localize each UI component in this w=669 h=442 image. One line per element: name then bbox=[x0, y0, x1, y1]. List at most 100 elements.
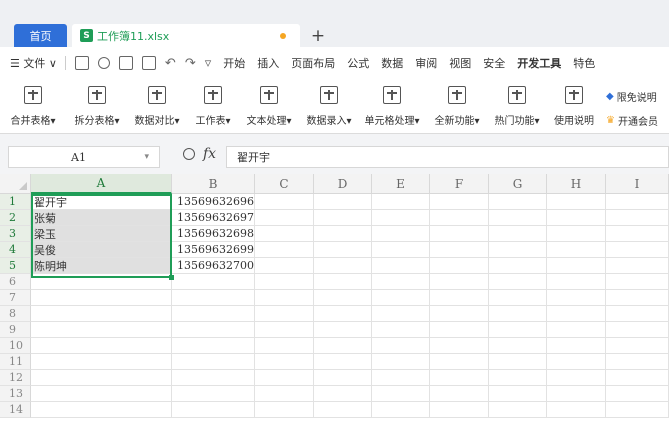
cell-processing-button[interactable]: 单元格处理▾ bbox=[358, 83, 426, 129]
usage-guide-button[interactable]: 使用说明 bbox=[548, 83, 600, 129]
row-header[interactable]: 11 bbox=[0, 354, 31, 370]
grid-cell[interactable] bbox=[255, 210, 314, 226]
grid-cell[interactable] bbox=[314, 386, 372, 402]
phone-cell[interactable] bbox=[172, 290, 255, 306]
menu-insert[interactable]: 插入 bbox=[257, 55, 279, 71]
phone-cell[interactable]: 13569632700 bbox=[172, 258, 255, 274]
grid-cell[interactable] bbox=[547, 322, 606, 338]
merge-tables-button[interactable]: 合并表格▾ bbox=[0, 83, 66, 129]
column-header-f[interactable]: F bbox=[430, 174, 489, 194]
grid-cell[interactable] bbox=[606, 274, 669, 290]
data-entry-button[interactable]: 数据录入▾ bbox=[300, 83, 358, 129]
phone-cell[interactable] bbox=[172, 370, 255, 386]
grid-cell[interactable] bbox=[314, 226, 372, 242]
formula-input[interactable]: 翟开宇 bbox=[226, 146, 669, 168]
new-features-button[interactable]: 全新功能▾ bbox=[428, 83, 486, 129]
grid-cell[interactable] bbox=[314, 306, 372, 322]
grid-cell[interactable] bbox=[489, 290, 547, 306]
grid-cell[interactable] bbox=[314, 338, 372, 354]
grid-cell[interactable] bbox=[430, 402, 489, 418]
name-cell[interactable] bbox=[31, 354, 172, 370]
name-cell[interactable] bbox=[31, 370, 172, 386]
phone-cell[interactable] bbox=[172, 386, 255, 402]
phone-cell[interactable]: 13569632697 bbox=[172, 210, 255, 226]
grid-cell[interactable] bbox=[489, 194, 547, 210]
name-cell[interactable] bbox=[31, 322, 172, 338]
grid-cell[interactable] bbox=[255, 258, 314, 274]
grid-cell[interactable] bbox=[489, 322, 547, 338]
grid-cell[interactable] bbox=[547, 210, 606, 226]
grid-cell[interactable] bbox=[489, 354, 547, 370]
row-header[interactable]: 5 bbox=[0, 258, 31, 274]
name-cell[interactable]: 陈明坤 bbox=[31, 258, 172, 274]
grid-cell[interactable] bbox=[430, 386, 489, 402]
grid-cell[interactable] bbox=[255, 242, 314, 258]
grid-cell[interactable] bbox=[606, 402, 669, 418]
grid-cell[interactable] bbox=[372, 386, 430, 402]
grid-cell[interactable] bbox=[372, 338, 430, 354]
grid-cell[interactable] bbox=[606, 370, 669, 386]
grid-cell[interactable] bbox=[606, 242, 669, 258]
grid-cell[interactable] bbox=[255, 386, 314, 402]
column-header-c[interactable]: C bbox=[255, 174, 314, 194]
name-cell[interactable] bbox=[31, 274, 172, 290]
grid-cell[interactable] bbox=[606, 386, 669, 402]
save-icon[interactable] bbox=[74, 56, 89, 70]
grid-cell[interactable] bbox=[547, 194, 606, 210]
grid-cell[interactable] bbox=[314, 322, 372, 338]
grid-cell[interactable] bbox=[314, 402, 372, 418]
grid-cell[interactable] bbox=[314, 290, 372, 306]
split-tables-button[interactable]: 拆分表格▾ bbox=[68, 83, 126, 129]
grid-cell[interactable] bbox=[255, 274, 314, 290]
row-header[interactable]: 8 bbox=[0, 306, 31, 322]
grid-cell[interactable] bbox=[314, 354, 372, 370]
grid-cell[interactable] bbox=[606, 194, 669, 210]
grid-cell[interactable] bbox=[314, 258, 372, 274]
grid-cell[interactable] bbox=[430, 242, 489, 258]
grid-cell[interactable] bbox=[372, 194, 430, 210]
zoom-icon[interactable] bbox=[183, 148, 195, 160]
fx-icon[interactable]: fx bbox=[203, 146, 216, 162]
grid-cell[interactable] bbox=[489, 370, 547, 386]
select-all-corner[interactable] bbox=[0, 174, 31, 194]
name-cell[interactable] bbox=[31, 402, 172, 418]
row-header[interactable]: 12 bbox=[0, 370, 31, 386]
grid-cell[interactable] bbox=[430, 290, 489, 306]
customize-icon[interactable]: ▿ bbox=[205, 56, 212, 71]
phone-cell[interactable] bbox=[172, 322, 255, 338]
grid-cell[interactable] bbox=[606, 226, 669, 242]
menu-page-layout[interactable]: 页面布局 bbox=[291, 55, 335, 71]
grid-cell[interactable] bbox=[547, 290, 606, 306]
grid-cell[interactable] bbox=[547, 402, 606, 418]
phone-cell[interactable]: 13569632698 bbox=[172, 226, 255, 242]
grid-cell[interactable] bbox=[430, 354, 489, 370]
row-header[interactable]: 2 bbox=[0, 210, 31, 226]
row-header[interactable]: 9 bbox=[0, 322, 31, 338]
grid-cell[interactable] bbox=[547, 242, 606, 258]
grid-cell[interactable] bbox=[314, 210, 372, 226]
chevron-down-icon[interactable]: ▾ bbox=[144, 152, 149, 162]
grid-cell[interactable] bbox=[430, 370, 489, 386]
name-cell[interactable] bbox=[31, 306, 172, 322]
grid-cell[interactable] bbox=[489, 386, 547, 402]
data-compare-button[interactable]: 数据对比▾ bbox=[128, 83, 186, 129]
name-cell[interactable] bbox=[31, 386, 172, 402]
grid-cell[interactable] bbox=[606, 290, 669, 306]
menu-start[interactable]: 开始 bbox=[223, 55, 245, 71]
grid-cell[interactable] bbox=[255, 370, 314, 386]
menu-developer[interactable]: 开发工具 bbox=[517, 55, 561, 71]
grid-cell[interactable] bbox=[430, 274, 489, 290]
grid-cell[interactable] bbox=[489, 258, 547, 274]
grid-cell[interactable] bbox=[489, 402, 547, 418]
grid-cell[interactable] bbox=[606, 210, 669, 226]
grid-cell[interactable] bbox=[489, 226, 547, 242]
print-preview-icon[interactable] bbox=[141, 56, 156, 70]
phone-cell[interactable] bbox=[172, 306, 255, 322]
phone-cell[interactable] bbox=[172, 354, 255, 370]
export-icon[interactable] bbox=[97, 57, 110, 69]
column-header-g[interactable]: G bbox=[489, 174, 547, 194]
phone-cell[interactable]: 13569632699 bbox=[172, 242, 255, 258]
grid-cell[interactable] bbox=[255, 290, 314, 306]
name-cell[interactable]: 梁玉 bbox=[31, 226, 172, 242]
new-tab-button[interactable]: + bbox=[308, 24, 328, 47]
